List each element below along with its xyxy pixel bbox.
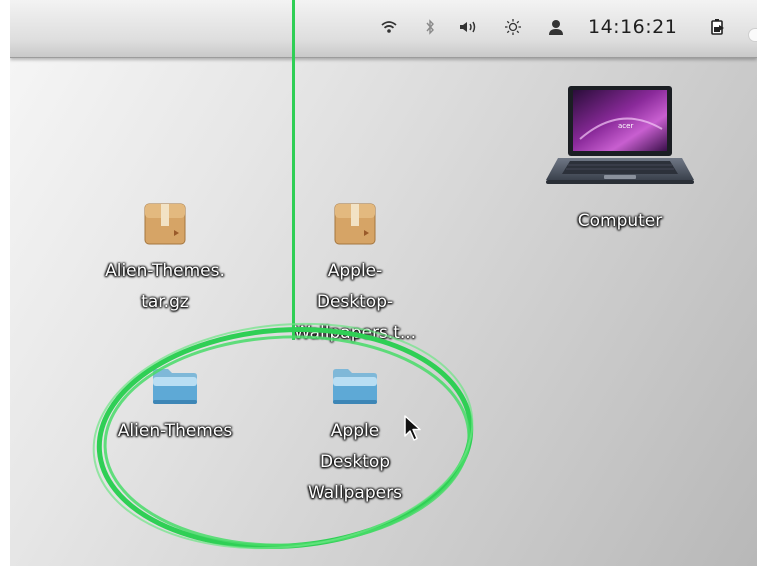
laptop-icon: acer	[546, 86, 694, 184]
annotation-ellipse	[92, 322, 474, 550]
icon-label-line-2: tar.gz	[141, 292, 189, 312]
bluetooth-icon[interactable]	[422, 16, 438, 38]
icon-label: Computer	[577, 211, 663, 231]
screen-border	[0, 0, 10, 566]
desktop-icon-computer[interactable]: acer Computer	[540, 84, 700, 237]
volume-icon[interactable]	[456, 16, 480, 38]
desktop-icon-alien-themes-archive[interactable]: Alien-Themes. tar.gz	[90, 200, 240, 318]
package-icon	[334, 203, 376, 245]
panel-corner	[748, 28, 757, 42]
icon-label-line-2: Desktop-	[316, 292, 394, 312]
mouse-cursor-icon	[404, 415, 421, 441]
icon-label-line-1: Apple-	[327, 261, 383, 281]
brightness-icon[interactable]	[502, 16, 524, 38]
annotation-line	[292, 0, 295, 340]
user-icon[interactable]	[546, 16, 566, 38]
icon-label-line-1: Alien-Themes.	[105, 261, 225, 281]
clock-display[interactable]: 14:16:21	[588, 16, 677, 38]
top-panel: 14:16:21	[10, 0, 757, 58]
desktop-screen: 14:16:21 acer Computer Alien-Themes. tar…	[10, 0, 757, 566]
package-icon	[144, 203, 186, 245]
wifi-icon[interactable]	[378, 16, 400, 38]
battery-icon[interactable]	[708, 16, 728, 38]
svg-text:acer: acer	[618, 122, 633, 130]
